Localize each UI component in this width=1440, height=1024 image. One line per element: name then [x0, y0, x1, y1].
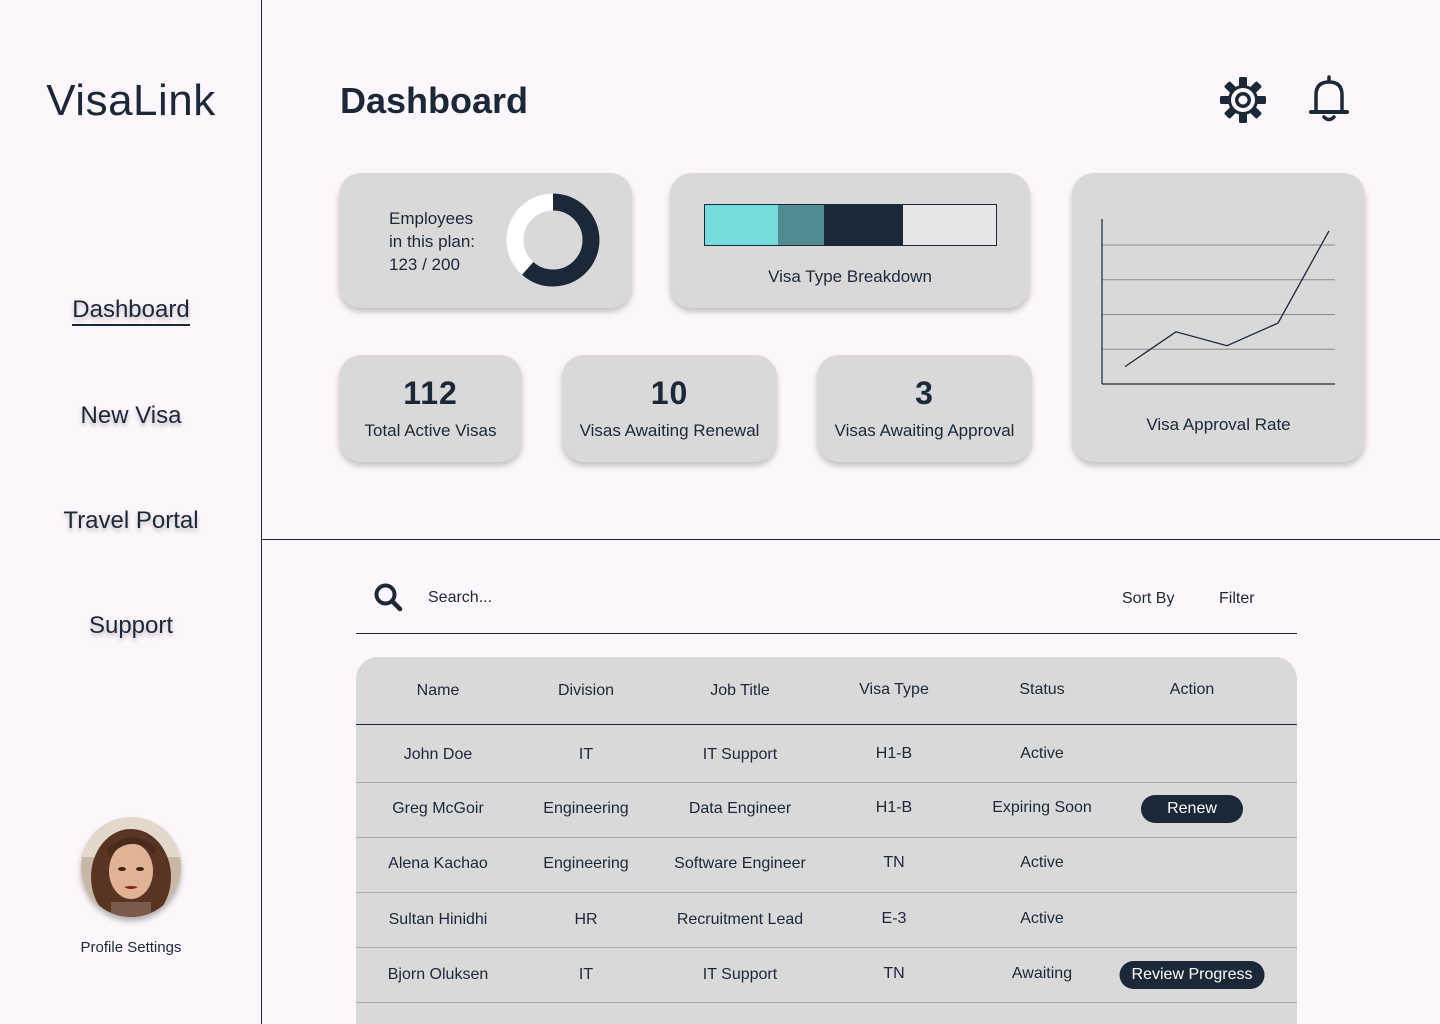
stat-value: 112 [403, 375, 458, 411]
column-header-job-title[interactable]: Job Title [710, 682, 770, 700]
visa-table: Name Division Job Title Visa Type Status… [356, 657, 1297, 1024]
cell-status: Expiring Soon [992, 799, 1092, 816]
dashboard-page: VisaLink Dashboard New Visa Travel Porta… [0, 0, 1440, 1024]
search-input[interactable] [428, 584, 1028, 612]
cell-job-title: IT Support [702, 966, 778, 983]
stat-card-awaiting-approval: 3 Visas Awaiting Approval [817, 355, 1032, 462]
column-header-division[interactable]: Division [558, 682, 614, 700]
search-icon[interactable] [373, 582, 403, 617]
plan-usage-card: Employees in this plan: 123 / 200 [339, 173, 632, 308]
table-row[interactable]: Greg McGoir Engineering Data Engineer H1… [356, 783, 1297, 838]
cell-visa-type: H1-B [875, 745, 913, 762]
cell-job-title: Data Engineer [688, 800, 792, 817]
cell-division: IT [578, 966, 594, 983]
sidebar: VisaLink Dashboard New Visa Travel Porta… [0, 0, 262, 1024]
stat-label: Total Active Visas [364, 421, 497, 440]
section-divider [262, 539, 1440, 540]
cell-division: Engineering [543, 800, 629, 817]
review-progress-button[interactable]: Review Progress [1119, 961, 1265, 989]
cell-visa-type: H1-B [875, 799, 913, 816]
visa-approval-rate-title: Visa Approval Rate [1146, 415, 1291, 434]
cell-job-title: Software Engineer [674, 855, 806, 872]
filter-button[interactable]: Filter [1219, 590, 1255, 608]
plan-usage-donut [506, 193, 600, 287]
cell-status: Awaiting [1011, 965, 1073, 982]
plan-usage-count: 123 / 200 [389, 255, 460, 274]
table-header: Name Division Job Title Visa Type Status… [356, 657, 1297, 725]
page-title: Dashboard [340, 80, 529, 121]
table-row[interactable]: John Doe IT IT Support H1-B Active [356, 727, 1297, 783]
breakdown-segment [824, 205, 903, 245]
column-header-status[interactable]: Status [1019, 681, 1064, 699]
cell-division: IT [578, 746, 594, 763]
cell-name: Bjorn Oluksen [387, 966, 489, 983]
sort-by-button[interactable]: Sort By [1122, 590, 1174, 608]
cell-name: John Doe [403, 746, 473, 763]
sidebar-item-new-visa[interactable]: New Visa [0, 402, 262, 430]
cell-job-title: IT Support [702, 746, 778, 763]
avatar-image [81, 817, 181, 917]
cell-name: Sultan Hinidhi [388, 911, 488, 928]
plan-usage-line: in this plan: [389, 232, 475, 251]
stat-card-awaiting-renewal: 10 Visas Awaiting Renewal [562, 355, 777, 462]
cell-name: Greg McGoir [392, 800, 484, 817]
breakdown-segment [705, 205, 778, 245]
breakdown-segment [777, 205, 825, 245]
sidebar-item-support[interactable]: Support [0, 612, 262, 640]
column-header-name[interactable]: Name [417, 682, 460, 700]
cell-division: Engineering [543, 855, 629, 872]
cell-visa-type: TN [883, 965, 905, 982]
sidebar-item-dashboard[interactable]: Dashboard [0, 296, 262, 326]
cell-name: Alena Kachao [388, 855, 488, 872]
plan-usage-text: Employees in this plan: 123 / 200 [389, 207, 475, 276]
visa-type-breakdown-caption: Visa Type Breakdown [768, 267, 932, 286]
visa-type-breakdown-card: Visa Type Breakdown [670, 173, 1030, 308]
sidebar-item-label: Dashboard [72, 296, 190, 326]
visa-approval-rate-card: Visa Approval Rate [1072, 173, 1365, 462]
renew-button[interactable]: Renew [1141, 795, 1243, 823]
table-row[interactable]: Bjorn Oluksen IT IT Support TN Awaiting … [356, 948, 1297, 1003]
visa-type-breakdown-bar [704, 204, 997, 246]
chart-series-line [1124, 230, 1330, 368]
sidebar-item-travel-portal[interactable]: Travel Portal [0, 507, 262, 535]
cell-visa-type: E-3 [881, 910, 907, 927]
table-row[interactable]: Alena Kachao Engineering Software Engine… [356, 838, 1297, 893]
avatar[interactable] [81, 817, 181, 917]
cell-job-title: Recruitment Lead [676, 911, 804, 928]
sidebar-item-label: Support [88, 612, 174, 639]
cell-status: Active [1020, 854, 1064, 871]
stat-value: 3 [915, 375, 934, 411]
sidebar-item-label: New Visa [80, 402, 182, 429]
cell-status: Active [1020, 910, 1064, 927]
stat-card-total-active: 112 Total Active Visas [339, 355, 522, 462]
table-row[interactable]: Sultan Hinidhi HR Recruitment Lead E-3 A… [356, 893, 1297, 948]
sidebar-item-label: Travel Portal [63, 507, 199, 534]
breakdown-segment [902, 205, 996, 245]
cell-status: Active [1020, 745, 1064, 762]
bell-icon[interactable] [1308, 74, 1350, 129]
column-header-visa-type[interactable]: Visa Type [859, 681, 929, 699]
visa-approval-rate-chart [1101, 219, 1335, 385]
profile-settings-link[interactable]: Profile Settings [0, 939, 262, 956]
stat-label: Visas Awaiting Renewal [579, 421, 760, 440]
gear-icon[interactable] [1219, 76, 1267, 129]
plan-usage-line: Employees [389, 209, 474, 228]
app-logo[interactable]: VisaLink [0, 76, 262, 126]
cell-division: HR [574, 911, 598, 928]
column-header-action[interactable]: Action [1170, 681, 1214, 699]
stat-label: Visas Awaiting Approval [834, 421, 1015, 440]
cell-visa-type: TN [883, 854, 905, 871]
stat-value: 10 [650, 375, 689, 411]
search-bar: Sort By Filter [356, 570, 1297, 634]
